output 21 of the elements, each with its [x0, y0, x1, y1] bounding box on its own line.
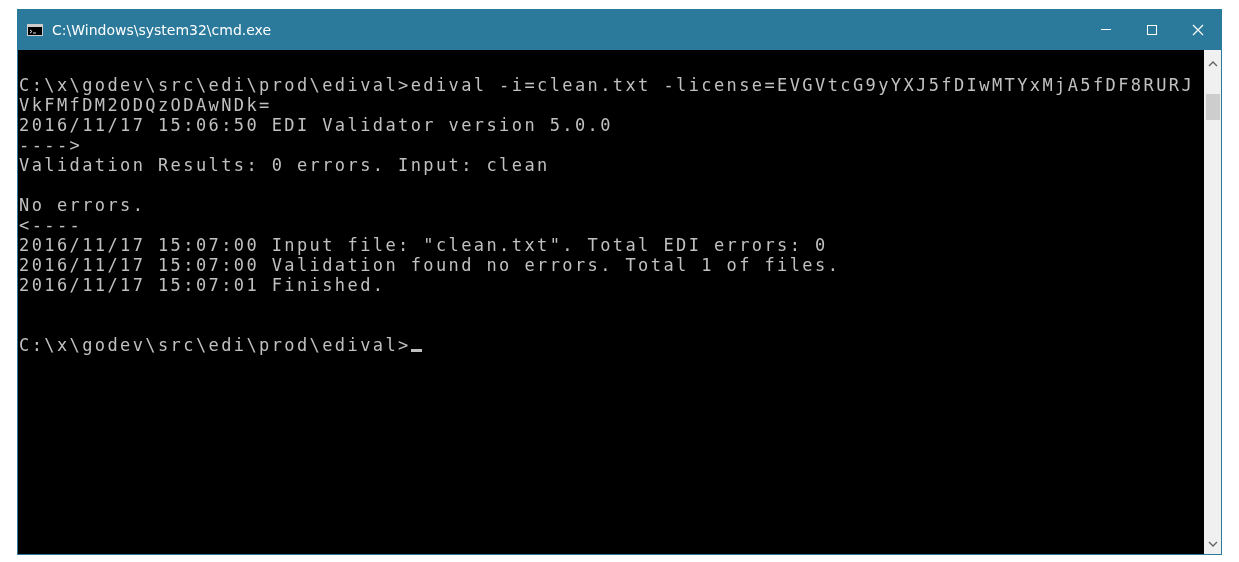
console-line: C:\x\godev\src\edi\prod\edival>edival -i=clean.txt -license=EVGVtcG9yYXJ5fDIwMTYxMjA5fDF8RURJ — [19, 75, 1195, 95]
console-line: VkFMfDM2ODQzODAwNDk= — [19, 95, 272, 115]
minimize-icon — [1101, 29, 1111, 30]
scroll-up-icon[interactable] — [1207, 60, 1218, 68]
terminal-icon — [27, 23, 43, 36]
scroll-down-icon[interactable] — [1207, 540, 1218, 548]
console-line: No errors. — [19, 195, 146, 215]
console-line: 2016/11/17 15:06:50 EDI Validator version 5.0.0 — [19, 115, 613, 135]
text-cursor — [410, 349, 422, 352]
console-line: ----> — [19, 135, 83, 155]
scrollbar-thumb[interactable] — [1205, 94, 1220, 120]
maximize-icon — [1146, 23, 1158, 36]
close-icon — [1192, 23, 1204, 36]
console-line: Validation Results: 0 errors. Input: clean — [19, 155, 550, 175]
scrollbar[interactable] — [1204, 50, 1221, 554]
console-line: 2016/11/17 15:07:00 Validation found no errors. Total 1 of files. — [19, 255, 841, 275]
console-line: <---- — [19, 215, 83, 235]
command-prompt: C:\x\godev\src\edi\prod\edival> — [19, 335, 411, 355]
window-title: C:\Windows\system32\cmd.exe — [52, 21, 273, 38]
console-line: 2016/11/17 15:07:01 Finished. — [19, 275, 386, 295]
console-line: 2016/11/17 15:07:00 Input file: "clean.txt". Total EDI errors: 0 — [19, 235, 828, 255]
